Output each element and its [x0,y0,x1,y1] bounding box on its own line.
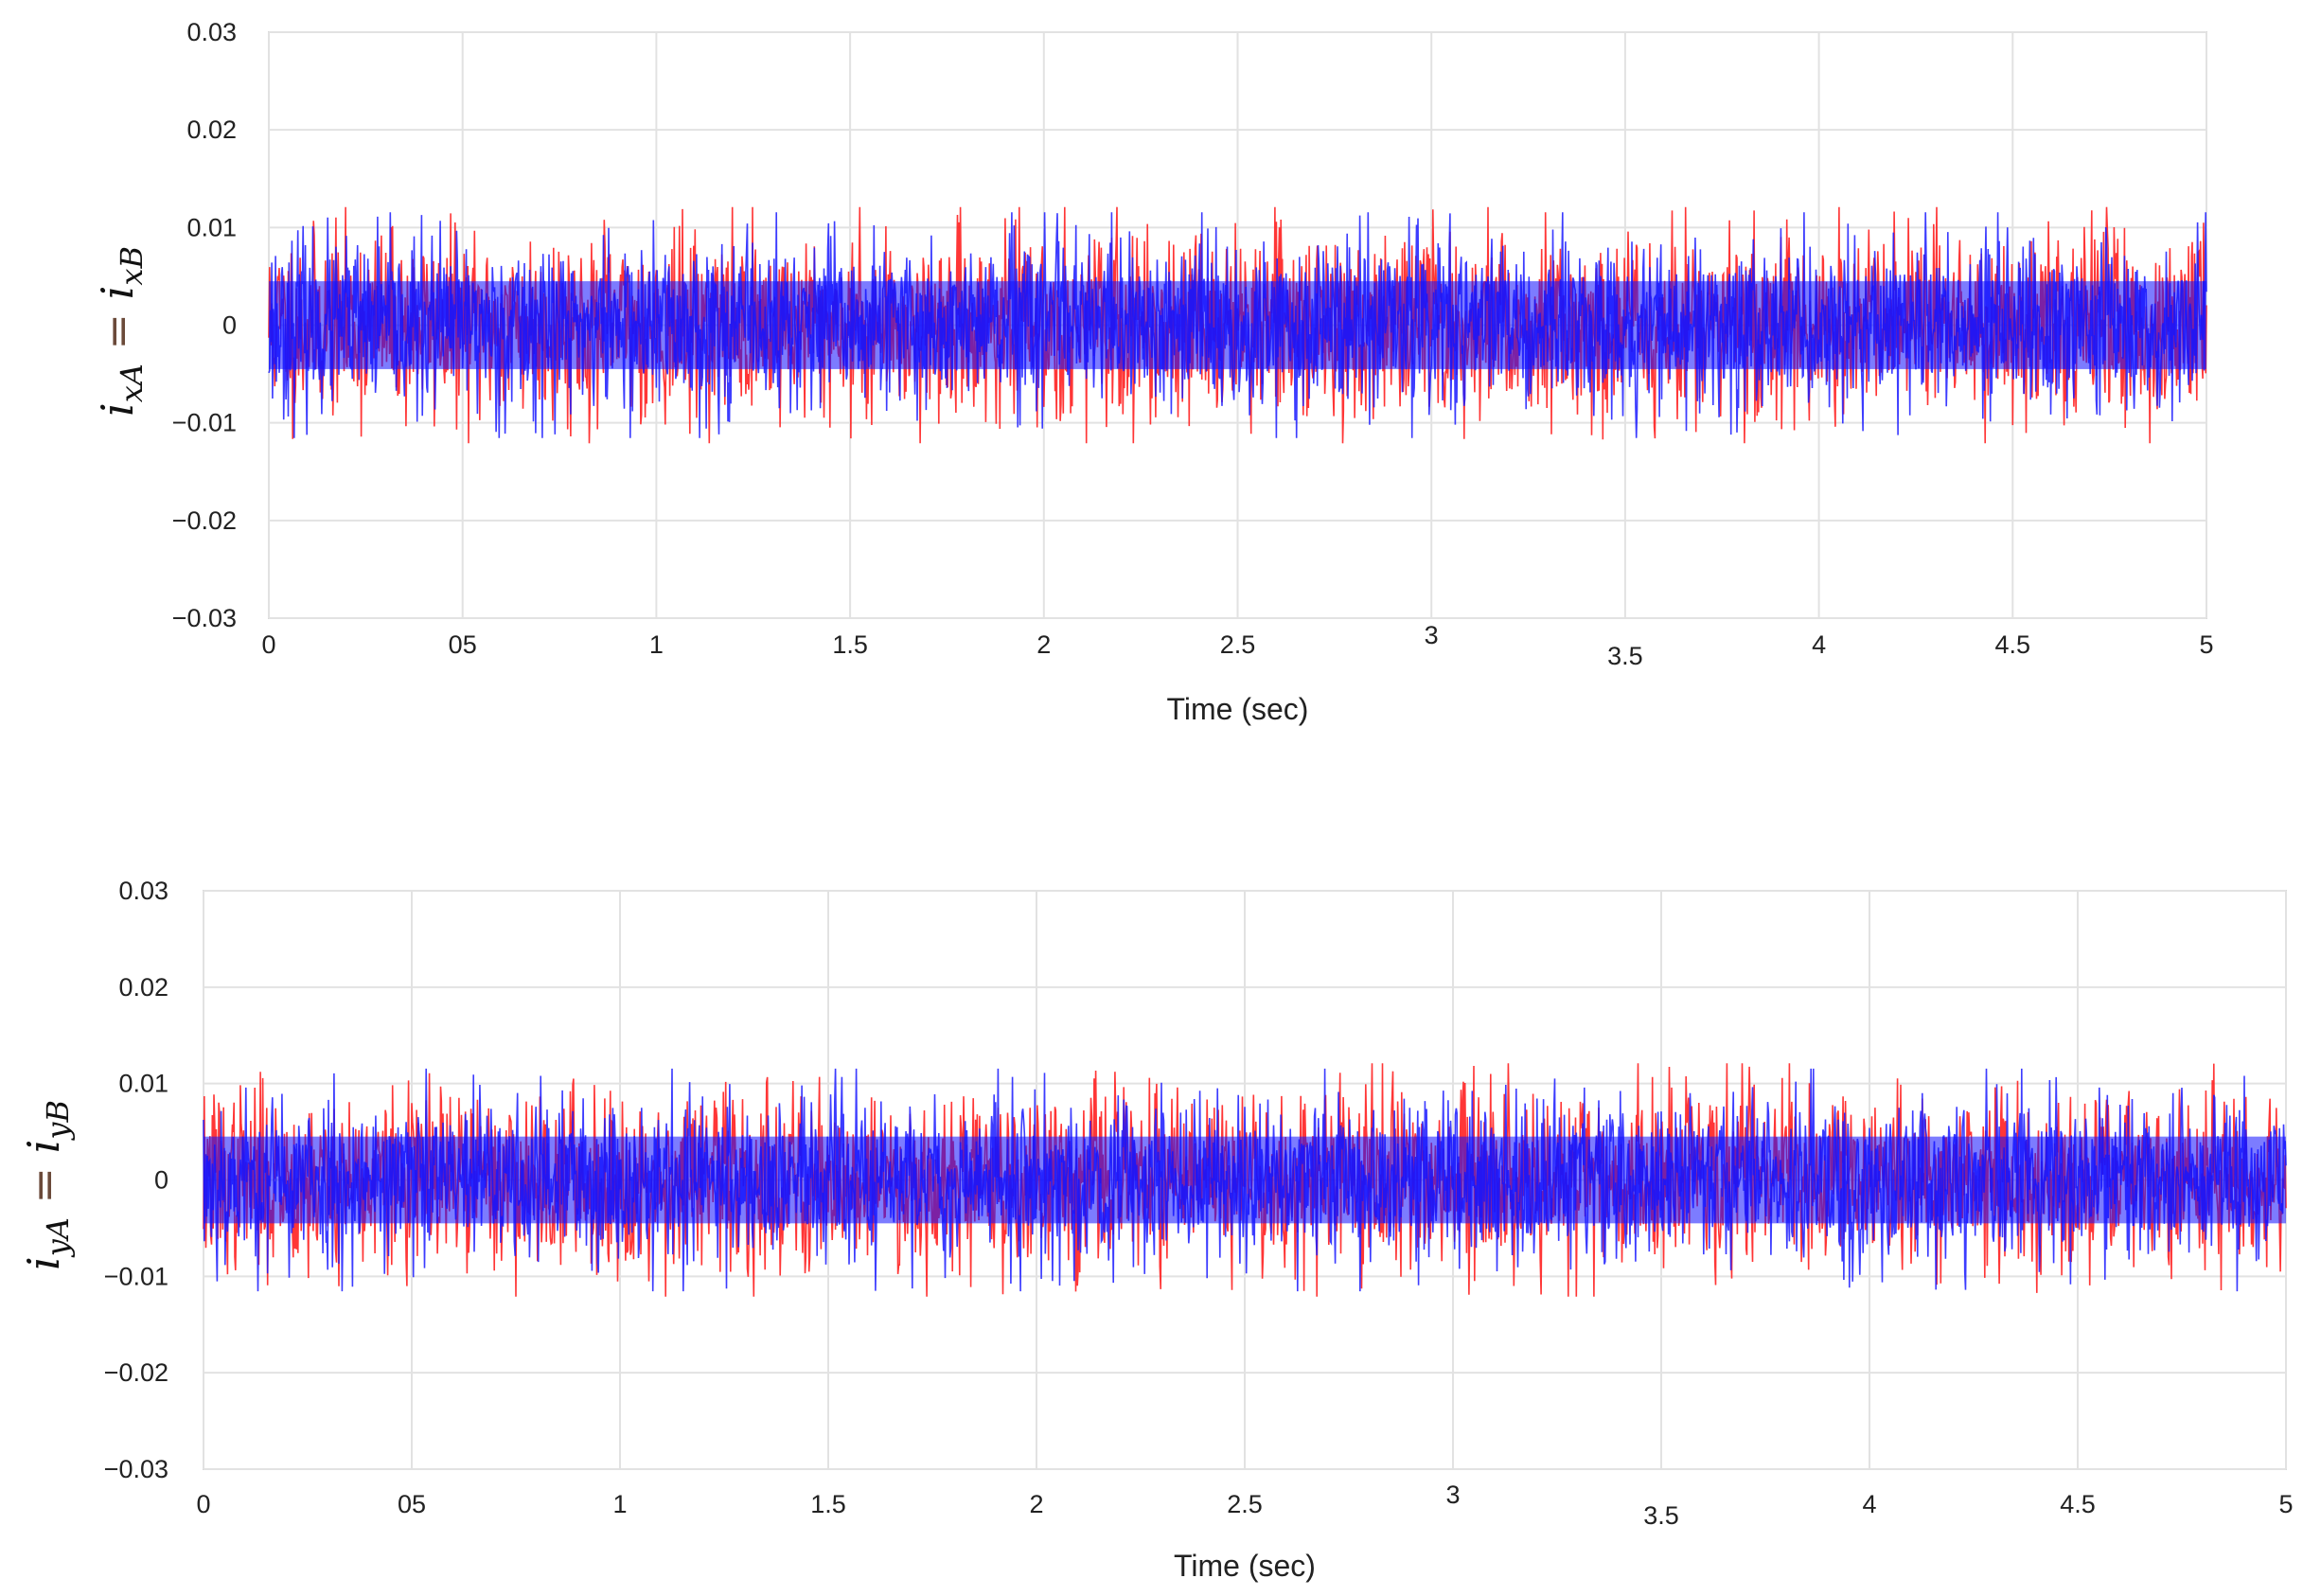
chart-2: 0.03 0.02 0.01 0 −0.01 −0.02 −0.03 0 05 1 1.5 2 2.5 3… [18,877,2294,1583]
series-core-blue [269,281,2206,369]
x-tick-label: 1.5 [810,1490,846,1518]
x-tick-label: 4 [1812,630,1826,659]
y-label-sub: xA [114,364,150,402]
x-tick-label: 1.5 [832,630,868,659]
y-tick-label: −0.02 [104,1358,168,1387]
x-tick-label: 3.5 [1643,1501,1679,1530]
x-tick-label: 0 [196,1490,210,1518]
y-tick-label: 0.02 [186,115,237,144]
x-tick-label: 4 [1862,1490,1876,1518]
x-tick-label: 2.5 [1227,1490,1263,1518]
x-axis-label: Time (sec) [1167,692,1309,726]
x-tick-label: 1 [612,1490,627,1518]
y-label-sub: xB [114,246,150,286]
y-label-sub: yB [40,1100,76,1142]
y-label-eq: = [92,299,143,364]
x-tick-label: 2.5 [1220,630,1256,659]
x-tick-label: 3.5 [1607,642,1643,670]
y-tick-label: 0.02 [118,973,168,1002]
x-tick-label: 5 [2199,630,2213,659]
y-tick-label: −0.02 [172,506,237,535]
x-tick-label: 3 [1445,1481,1460,1509]
x-tick-label: 05 [398,1490,426,1518]
y-tick-label: 0.01 [186,213,237,241]
x-tick-label: 2 [1036,630,1051,659]
y-tick-label: 0 [222,311,237,340]
series-core-blue [204,1136,2286,1224]
y-tick-label: −0.03 [104,1455,168,1483]
y-label-i: i [92,286,143,300]
y-tick-label: 0.03 [118,877,168,905]
x-tick-label: 2 [1029,1490,1043,1518]
x-tick-label: 4.5 [2060,1490,2096,1518]
y-tick-label: −0.01 [172,409,237,437]
y-axis-label: iyA = iyB [18,1100,76,1270]
y-axis-label: ixA = ixB [92,246,150,417]
y-tick-label: −0.03 [172,604,237,632]
y-tick-label: −0.01 [104,1262,168,1290]
figure: 0.030.020.010−0.01−0.02−0.030 05 1 1.5 2 2.5 3… [18,18,2294,1583]
y-label-sub: yA [40,1217,76,1258]
x-tick-label: 4.5 [1995,630,2031,659]
y-label-i: i [92,402,143,417]
y-tick-label: 0 [154,1166,168,1195]
y-tick-label: 0.01 [118,1070,168,1098]
x-tick-label: 05 [449,630,477,659]
y-label-i: i [18,1140,69,1154]
x-tick-label: 5 [2278,1490,2293,1518]
x-tick-label: 1 [649,630,664,659]
x-tick-label: 3 [1425,621,1439,649]
chart-1: 0.03 0.02 0.01 0 −0.01 −0.02 −0.03 0 05 1 1.5 2 2.5 3… [92,18,2214,726]
y-tick-label: 0.03 [186,18,237,46]
y-label-eq: = [18,1153,69,1217]
x-tick-label: 0 [261,630,275,659]
y-label-i: i [18,1256,69,1270]
x-axis-label: Time (sec) [1174,1549,1316,1583]
